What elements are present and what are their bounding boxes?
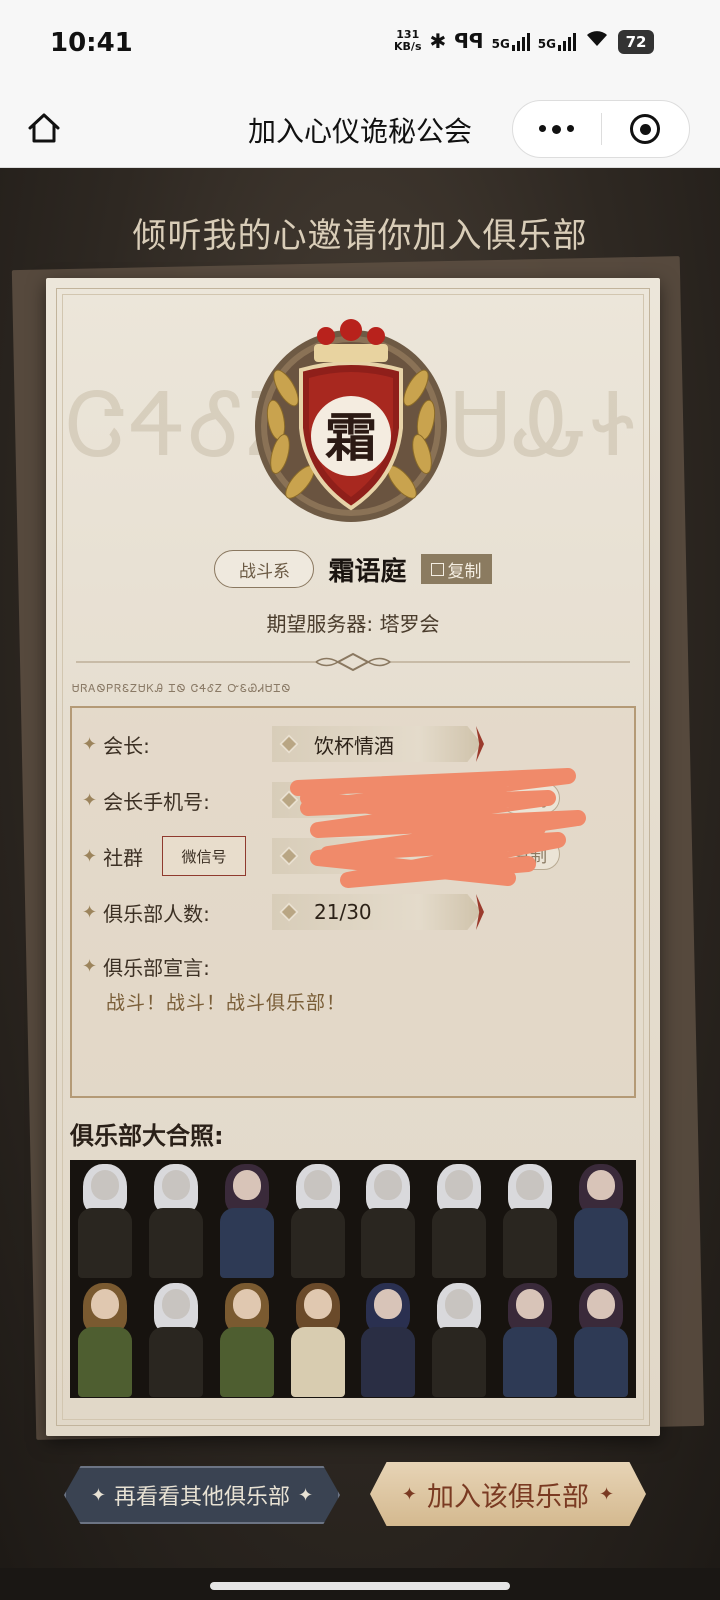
leader-value-pill: 饮杯情酒 — [272, 726, 482, 762]
members-row: ✦ 俱乐部人数: 21/30 — [72, 892, 634, 936]
browse-other-clubs-button[interactable]: ✦ 再看看其他俱乐部 ✦ — [64, 1466, 340, 1524]
club-member-figure — [495, 1279, 566, 1398]
star-icon: ✦ — [82, 902, 98, 923]
club-member-figure — [212, 1279, 283, 1398]
mini-program-capsule — [512, 100, 690, 158]
club-info-box: ✦ 会长: 饮杯情酒 ✦ 会长手机号: 复制 ✦ 社群 微信号 复制 ✦ 俱乐部… — [70, 706, 636, 1098]
home-indicator[interactable] — [210, 1582, 510, 1590]
ornament-divider — [76, 652, 630, 672]
star-icon: ✦ — [82, 790, 98, 811]
bluetooth-icon: ✱ — [429, 28, 447, 53]
diamond-icon — [279, 734, 299, 754]
club-member-figure — [565, 1279, 636, 1398]
earbuds-icon: ꟼꟼ — [454, 28, 484, 53]
club-name-row: 战斗系 霜语庭 复制 — [46, 550, 660, 588]
club-name: 霜语庭 — [328, 556, 407, 587]
club-member-figure — [424, 1160, 495, 1279]
cellular-1-icon: 5G — [492, 31, 530, 51]
rune-text: ᏌᏒᎪᏫᏢᏒᏋᏃᏌᏦᎯ ᏆᏫ ᏣᏎᎴᏃ ᏅᏋᏯᏗᏌᏆᏫ — [72, 682, 292, 695]
more-menu-icon[interactable] — [513, 101, 601, 157]
club-invite-page: 倾听我的心邀请你加入俱乐部 ᏣᏎᎴᏃ ᎴᏌᎲᏐ 霜 战斗系 霜语庭 复制 期望服… — [0, 168, 720, 1568]
wifi-icon — [584, 28, 610, 53]
club-member-figure — [282, 1279, 353, 1398]
sparkle-icon: ✦ — [298, 1484, 314, 1506]
star-icon: ✦ — [82, 846, 98, 867]
club-member-figure — [495, 1160, 566, 1279]
sparkle-icon: ✦ — [90, 1484, 106, 1506]
club-member-figure — [141, 1279, 212, 1398]
club-member-figure — [212, 1160, 283, 1279]
join-club-button[interactable]: ✦ 加入该俱乐部 ✦ — [370, 1462, 646, 1526]
network-speed: 131 KB/s — [394, 27, 422, 53]
status-time: 10:41 — [50, 28, 133, 58]
club-member-figure — [353, 1279, 424, 1398]
club-member-figure — [353, 1160, 424, 1279]
club-member-figure — [282, 1160, 353, 1279]
sparkle-icon: ✦ — [599, 1483, 615, 1505]
leader-row: ✦ 会长: 饮杯情酒 — [72, 724, 634, 768]
club-member-figure — [70, 1160, 141, 1279]
club-member-figure — [565, 1160, 636, 1279]
manifesto-row: ✦ 俱乐部宣言: — [82, 956, 210, 980]
copy-icon — [430, 562, 444, 576]
svg-text:霜: 霜 — [325, 408, 377, 469]
club-card: ᏣᏎᎴᏃ ᎴᏌᎲᏐ 霜 战斗系 霜语庭 复制 期望服务器: 塔罗会 ᏌᏒᎪᏫᏢᏒ… — [46, 278, 660, 1436]
club-member-figure — [70, 1279, 141, 1398]
club-member-figure — [424, 1279, 495, 1398]
expected-server: 期望服务器: 塔罗会 — [266, 612, 440, 636]
club-emblem: 霜 — [246, 308, 456, 528]
cellular-2-icon: 5G — [538, 31, 576, 51]
redaction-scribble — [290, 768, 586, 888]
wechat-id-tag: 微信号 — [162, 836, 246, 876]
status-icons: 131 KB/s ✱ ꟼꟼ 5G 5G — [394, 28, 610, 53]
status-bar: 10:41 131 KB/s ✱ ꟼꟼ 5G 5G 72 — [0, 0, 720, 90]
diamond-icon — [279, 902, 299, 922]
group-photo-title: 俱乐部大合照: — [70, 1122, 224, 1150]
sparkle-icon: ✦ — [401, 1483, 417, 1505]
battery-icon: 72 — [618, 30, 654, 54]
page-headline: 倾听我的心邀请你加入俱乐部 — [132, 216, 588, 256]
manifesto-text: 战斗！战斗！战斗俱乐部！ — [106, 992, 347, 1014]
close-miniprogram-icon[interactable] — [602, 101, 690, 157]
star-icon: ✦ — [82, 956, 98, 977]
copy-club-name-button[interactable]: 复制 — [420, 554, 492, 584]
star-icon: ✦ — [82, 734, 98, 755]
group-photo — [70, 1160, 636, 1398]
members-value-pill: 21/30 — [272, 894, 482, 930]
club-member-figure — [141, 1160, 212, 1279]
home-icon[interactable] — [24, 108, 64, 148]
club-type-tag: 战斗系 — [214, 550, 315, 588]
nav-bar: 加入心仪诡秘公会 — [0, 90, 720, 168]
